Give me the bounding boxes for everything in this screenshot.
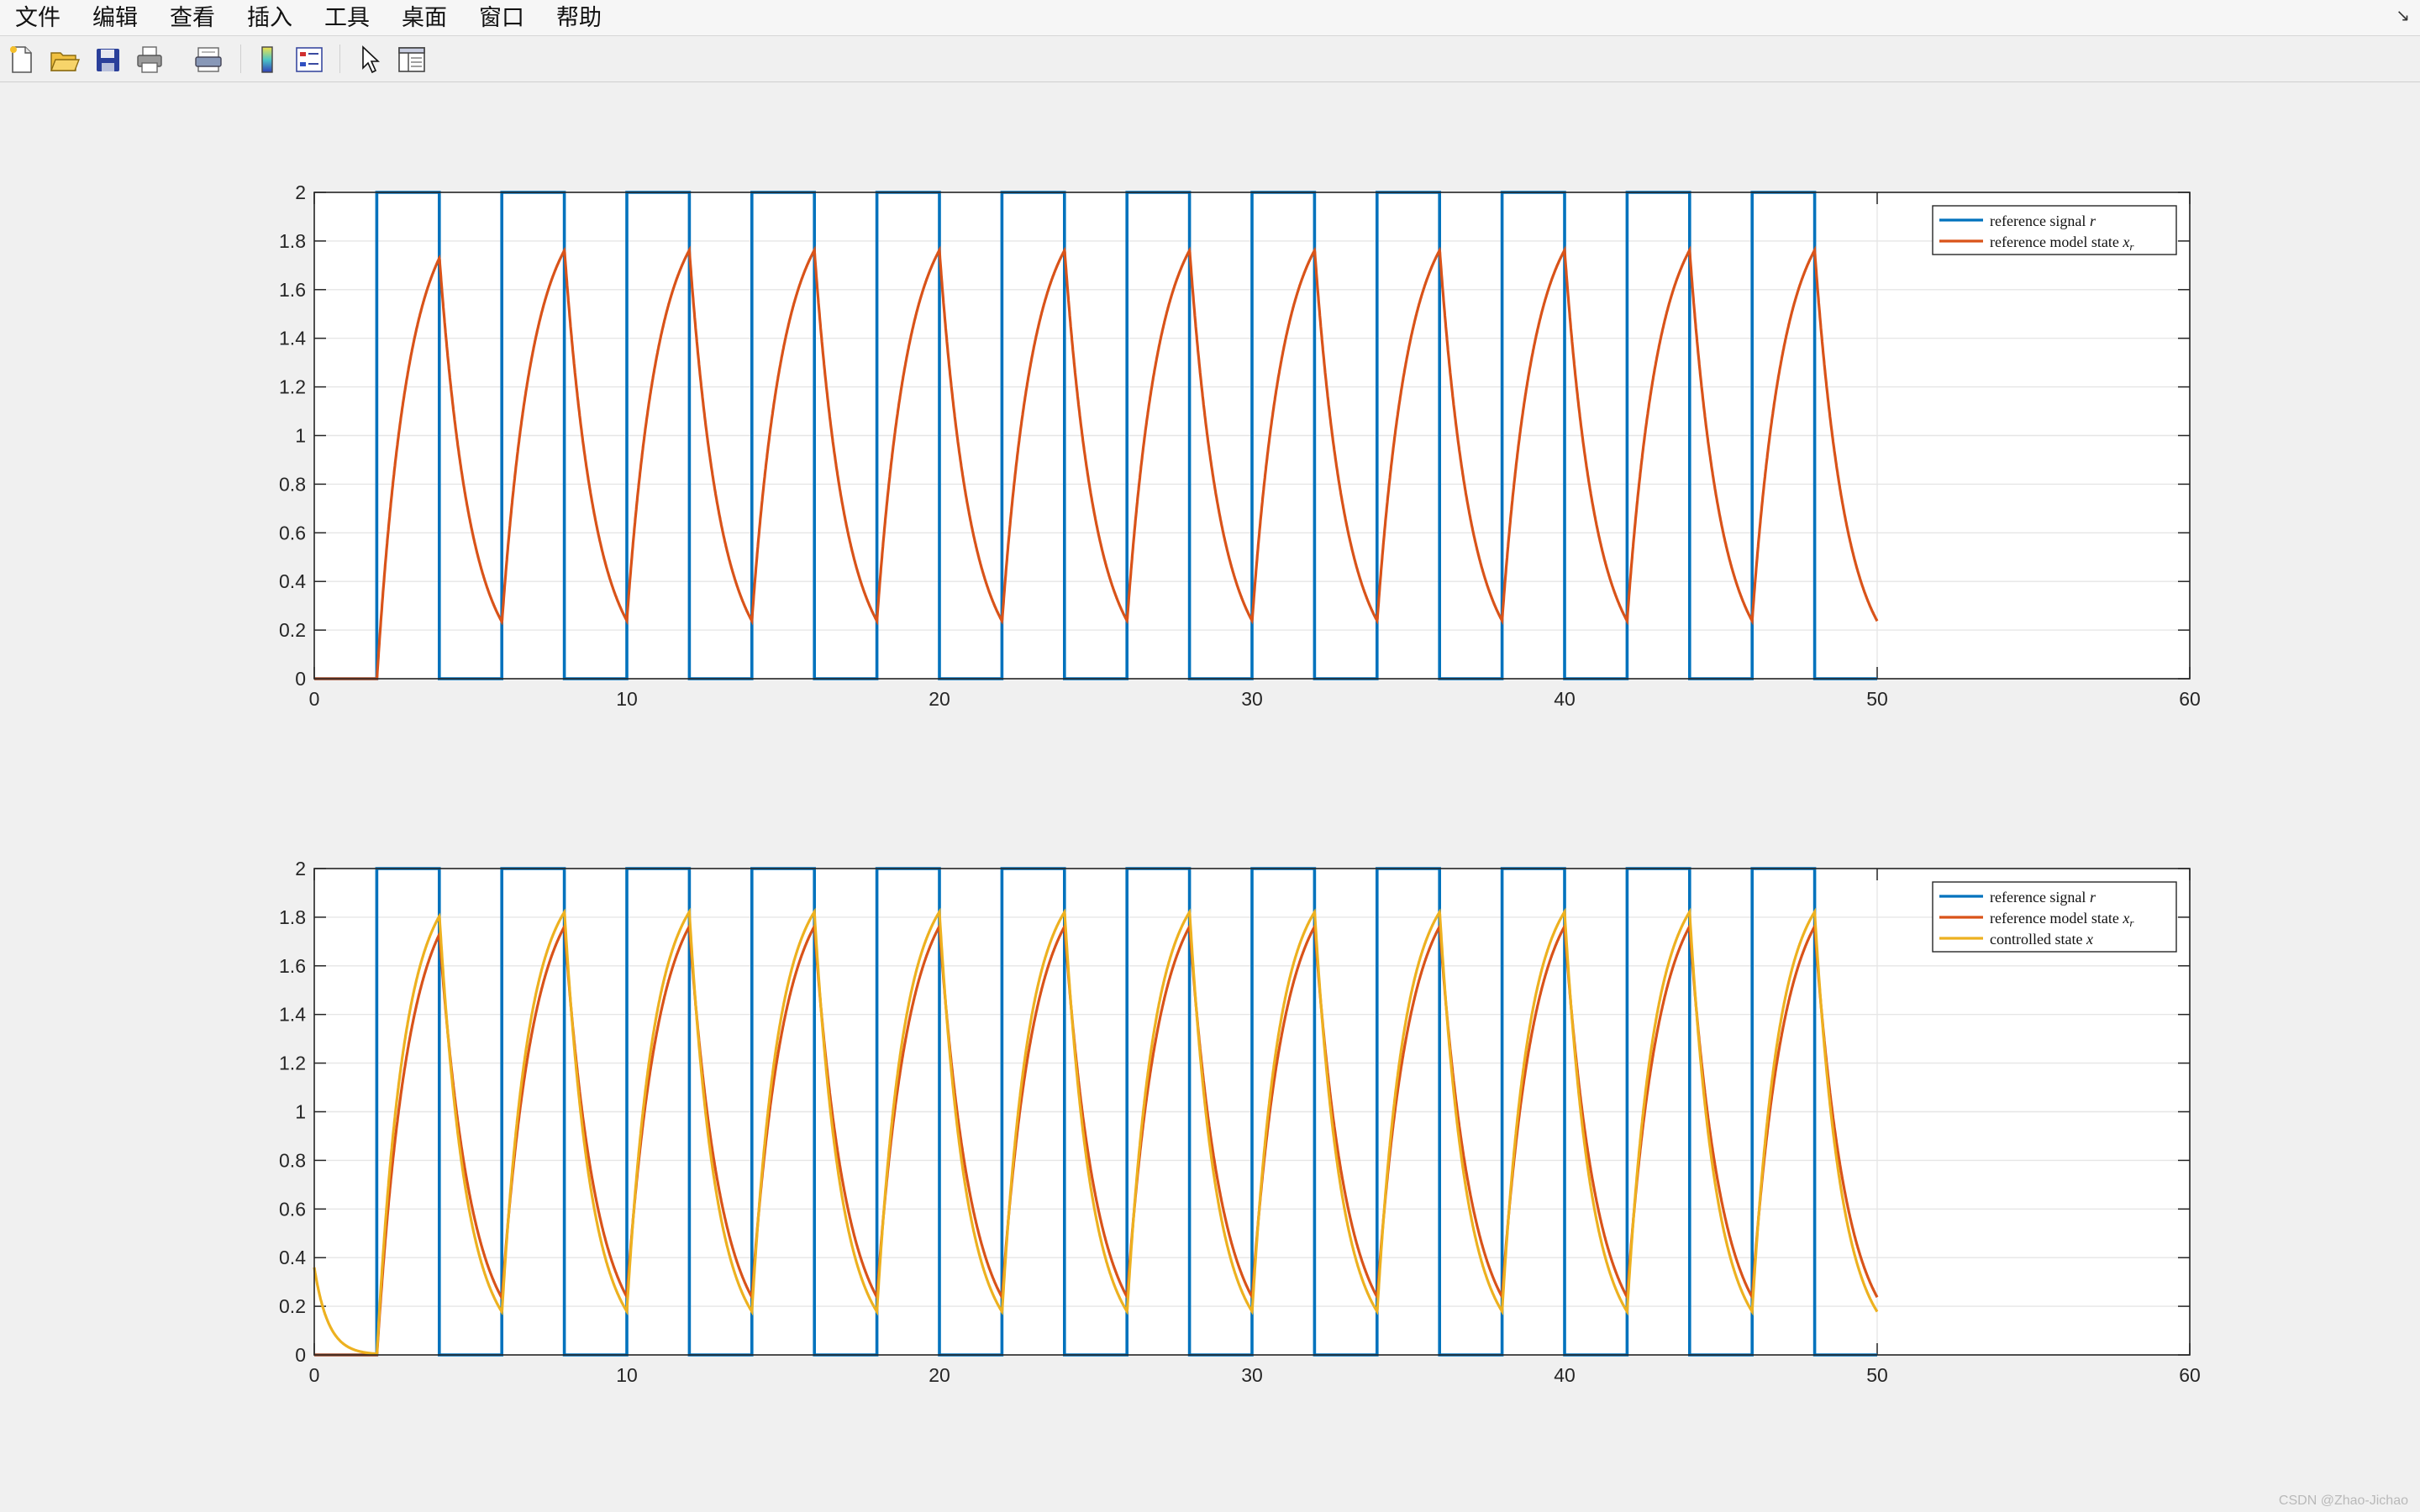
x-tick-label: 30 xyxy=(1241,688,1263,710)
y-tick-label: 1.6 xyxy=(279,279,306,301)
legend-label: reference signal r xyxy=(1990,213,2096,229)
legend-label: reference signal r xyxy=(1990,889,2096,906)
y-tick-label: 0 xyxy=(295,1344,306,1366)
y-tick-label: 1.2 xyxy=(279,1053,306,1074)
x-tick-label: 10 xyxy=(616,688,638,710)
y-tick-label: 1.4 xyxy=(279,1004,306,1026)
x-tick-label: 10 xyxy=(616,1364,638,1386)
y-tick-label: 1.2 xyxy=(279,376,306,398)
legend-label: controlled state x xyxy=(1990,931,2093,948)
x-tick-label: 40 xyxy=(1554,1364,1576,1386)
watermark-text: CSDN @Zhao-Jichao xyxy=(2278,1494,2408,1508)
x-tick-label: 0 xyxy=(309,1364,320,1386)
legend[interactable]: reference signal r reference model state … xyxy=(1932,881,2177,953)
y-tick-label: 0 xyxy=(295,668,306,690)
x-tick-label: 20 xyxy=(929,1364,950,1386)
y-tick-label: 1.8 xyxy=(279,906,306,928)
y-tick-label: 0.8 xyxy=(279,1149,306,1171)
y-tick-label: 1.8 xyxy=(279,230,306,252)
figure-canvas: 00.20.40.60.811.21.41.61.820 10 20 30 40 50 60… xyxy=(279,181,2201,1386)
y-tick-label: 0.4 xyxy=(279,1247,306,1268)
x-tick-label: 0 xyxy=(309,688,320,710)
y-tick-label: 0.6 xyxy=(279,1198,306,1220)
y-tick-label: 2 xyxy=(295,181,306,203)
legend-label: reference model state xr xyxy=(1990,910,2134,929)
y-tick-label: 1 xyxy=(295,425,306,447)
y-tick-label: 0.8 xyxy=(279,473,306,495)
legend[interactable]: reference signal r reference model state … xyxy=(1932,205,2177,255)
y-tick-label: 2 xyxy=(295,858,306,879)
y-tick-label: 1.6 xyxy=(279,955,306,977)
top-axes[interactable]: 00.20.40.60.811.21.41.61.820 10 20 30 40 50 60… xyxy=(279,181,2201,710)
x-tick-label: 30 xyxy=(1241,1364,1263,1386)
x-tick-label: 60 xyxy=(2179,1364,2201,1386)
y-tick-label: 0.6 xyxy=(279,522,306,543)
y-tick-label: 0.4 xyxy=(279,570,306,592)
y-tick-label: 1.4 xyxy=(279,328,306,349)
bottom-axes[interactable]: 00.20.40.60.811.21.41.61.820 10 20 30 40 50 60… xyxy=(279,858,2201,1386)
y-tick-label: 0.2 xyxy=(279,619,306,641)
x-tick-label: 60 xyxy=(2179,688,2201,710)
x-tick-label: 50 xyxy=(1866,1364,1888,1386)
x-tick-label: 20 xyxy=(929,688,950,710)
x-tick-label: 40 xyxy=(1554,688,1576,710)
y-tick-label: 1 xyxy=(295,1101,306,1123)
x-tick-label: 50 xyxy=(1866,688,1888,710)
y-tick-label: 0.2 xyxy=(279,1295,306,1317)
legend-label: reference model state xr xyxy=(1990,234,2134,253)
